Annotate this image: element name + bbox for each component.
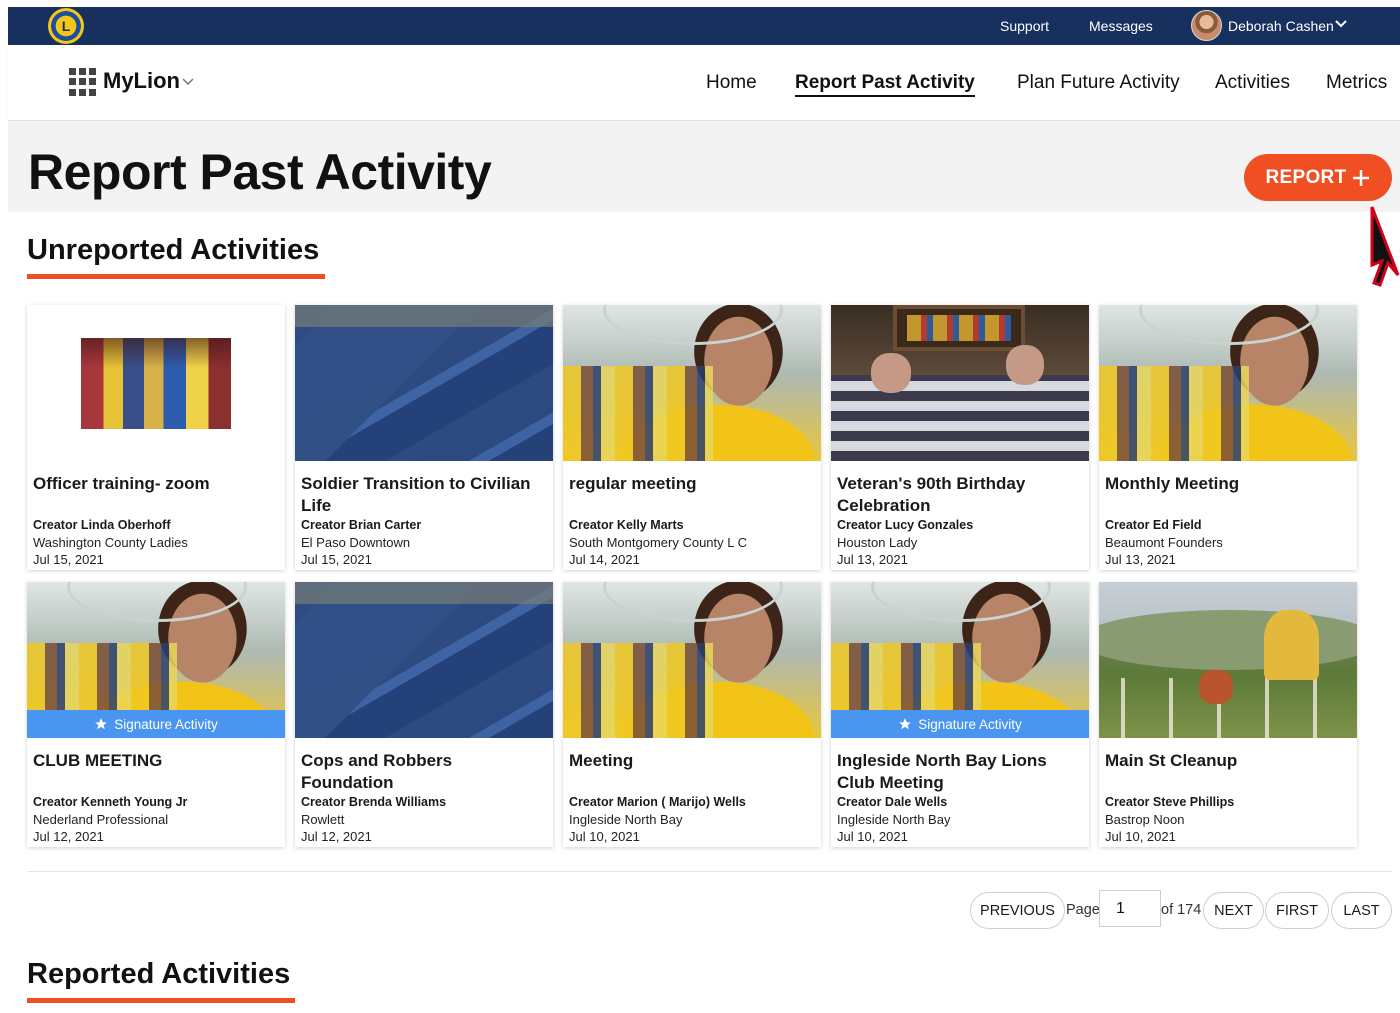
page-title: Report Past Activity — [28, 144, 492, 200]
activity-club: Ingleside North Bay — [837, 812, 951, 827]
previous-page-button[interactable]: PREVIOUS — [970, 892, 1065, 929]
top-bar: L Support Messages Deborah Cashen — [8, 7, 1400, 45]
section-underline — [27, 998, 295, 1003]
activity-title[interactable]: Cops and Robbers Foundation — [301, 750, 549, 794]
activity-date: Jul 14, 2021 — [569, 552, 640, 567]
support-link[interactable]: Support — [1000, 18, 1049, 34]
activity-title[interactable]: Monthly Meeting — [1105, 473, 1353, 495]
activity-card[interactable]: Signature Activity Ingleside North Bay Li… — [831, 582, 1089, 847]
activity-card[interactable]: Cops and Robbers Foundation Creator Brend… — [295, 582, 553, 847]
signature-activity-badge: Signature Activity — [831, 710, 1089, 738]
activity-title[interactable]: Soldier Transition to Civilian Life — [301, 473, 549, 517]
activity-card[interactable]: Meeting Creator Marion ( Marijo) Wells Ing… — [563, 582, 821, 847]
signature-label: Signature Activity — [918, 716, 1022, 732]
app-grid-icon[interactable] — [69, 68, 97, 96]
activity-creator: Creator Kenneth Young Jr — [33, 795, 188, 809]
activity-title[interactable]: Veteran's 90th Birthday Celebration — [837, 473, 1085, 517]
signature-activity-badge: Signature Activity — [27, 710, 285, 738]
next-page-button[interactable]: NEXT — [1203, 892, 1264, 929]
activity-creator: Creator Kelly Marts — [569, 518, 684, 532]
star-icon — [899, 718, 912, 730]
activity-title[interactable]: Main St Cleanup — [1105, 750, 1353, 772]
activity-club: Bastrop Noon — [1105, 812, 1185, 827]
activity-title[interactable]: Officer training- zoom — [33, 473, 281, 495]
activity-card[interactable]: Soldier Transition to Civilian Life Creat… — [295, 305, 553, 570]
activity-date: Jul 10, 2021 — [569, 829, 640, 844]
report-button-label: REPORT — [1265, 166, 1347, 188]
nav-activities[interactable]: Activities — [1215, 72, 1290, 94]
activity-creator: Creator Brenda Williams — [301, 795, 447, 809]
activity-date: Jul 15, 2021 — [33, 552, 104, 567]
last-page-button[interactable]: LAST — [1331, 892, 1392, 929]
activity-image[interactable] — [563, 305, 821, 461]
plus-icon — [1353, 169, 1370, 186]
activity-title[interactable]: CLUB MEETING — [33, 750, 281, 772]
activity-card[interactable]: Main St Cleanup Creator Steve Phillips Bas… — [1099, 582, 1357, 847]
main-nav: MyLion Home Report Past Activity Plan Fu… — [8, 45, 1400, 121]
activity-date: Jul 12, 2021 — [33, 829, 104, 844]
nav-home[interactable]: Home — [706, 72, 757, 94]
activity-image[interactable] — [1099, 305, 1357, 461]
activity-creator: Creator Brian Carter — [301, 518, 422, 532]
mouse-cursor-icon — [1370, 206, 1400, 287]
activity-date: Jul 12, 2021 — [301, 829, 372, 844]
signature-label: Signature Activity — [114, 716, 218, 732]
page-label: Page — [1066, 902, 1100, 918]
activity-club: Rowlett — [301, 812, 345, 827]
star-icon — [95, 718, 108, 730]
avatar[interactable] — [1191, 10, 1222, 41]
activity-card[interactable]: regular meeting Creator Kelly Marts South … — [563, 305, 821, 570]
section-underline — [27, 274, 325, 279]
activity-date: Jul 10, 2021 — [837, 829, 908, 844]
report-button[interactable]: REPORT — [1244, 154, 1392, 201]
lions-logo-icon[interactable]: L — [48, 8, 84, 44]
logo-letter: L — [61, 18, 71, 34]
reported-activities-title: Reported Activities — [27, 958, 291, 990]
activity-image[interactable] — [831, 305, 1089, 461]
messages-link[interactable]: Messages — [1089, 18, 1153, 34]
activity-title[interactable]: Meeting — [569, 750, 817, 772]
activity-image[interactable] — [1099, 582, 1357, 738]
page-total: of 174 — [1161, 902, 1202, 918]
activity-date: Jul 10, 2021 — [1105, 829, 1176, 844]
activity-club: Ingleside North Bay — [569, 812, 683, 827]
activity-title[interactable]: Ingleside North Bay Lions Club Meeting — [837, 750, 1085, 794]
activity-image[interactable] — [563, 582, 821, 738]
activity-creator: Creator Dale Wells — [837, 795, 948, 809]
activity-creator: Creator Marion ( Marijo) Wells — [569, 795, 746, 809]
activity-image[interactable] — [27, 305, 285, 461]
activity-club: El Paso Downtown — [301, 535, 411, 550]
activity-club: Nederland Professional — [33, 812, 169, 827]
activity-club: Washington County Ladies — [33, 535, 188, 550]
activity-creator: Creator Lucy Gonzales — [837, 518, 974, 532]
brand-name[interactable]: MyLion — [103, 68, 180, 94]
activity-date: Jul 15, 2021 — [301, 552, 372, 567]
activity-creator: Creator Linda Oberhoff — [33, 518, 171, 532]
nav-plan-future-activity[interactable]: Plan Future Activity — [1017, 72, 1180, 94]
activity-date: Jul 13, 2021 — [837, 552, 908, 567]
activity-club: Beaumont Founders — [1105, 535, 1223, 550]
activity-card[interactable]: Monthly Meeting Creator Ed Field Beaumont … — [1099, 305, 1357, 570]
activity-club: Houston Lady — [837, 535, 918, 550]
activity-image[interactable] — [295, 582, 553, 738]
activity-club: South Montgomery County L C — [569, 535, 747, 550]
unreported-activities-title: Unreported Activities — [27, 234, 320, 266]
activity-image[interactable] — [295, 305, 553, 461]
activity-card[interactable]: Officer training- zoom Creator Linda Ober… — [27, 305, 285, 570]
activity-title[interactable]: regular meeting — [569, 473, 817, 495]
user-menu-name[interactable]: Deborah Cashen — [1228, 18, 1334, 34]
nav-report-past-activity[interactable]: Report Past Activity — [795, 72, 975, 97]
nav-metrics[interactable]: Metrics — [1326, 72, 1387, 94]
activity-card[interactable]: Signature Activity CLUB MEETING Creator Ke… — [27, 582, 285, 847]
chevron-down-icon[interactable] — [182, 77, 194, 87]
activity-creator: Creator Steve Phillips — [1105, 795, 1235, 809]
activity-date: Jul 13, 2021 — [1105, 552, 1176, 567]
page-number-input[interactable] — [1099, 890, 1161, 927]
chevron-down-icon[interactable] — [1334, 17, 1348, 31]
activity-creator: Creator Ed Field — [1105, 518, 1202, 532]
activity-card[interactable]: Veteran's 90th Birthday Celebration Creat… — [831, 305, 1089, 570]
divider — [27, 871, 1392, 872]
first-page-button[interactable]: FIRST — [1265, 892, 1329, 929]
